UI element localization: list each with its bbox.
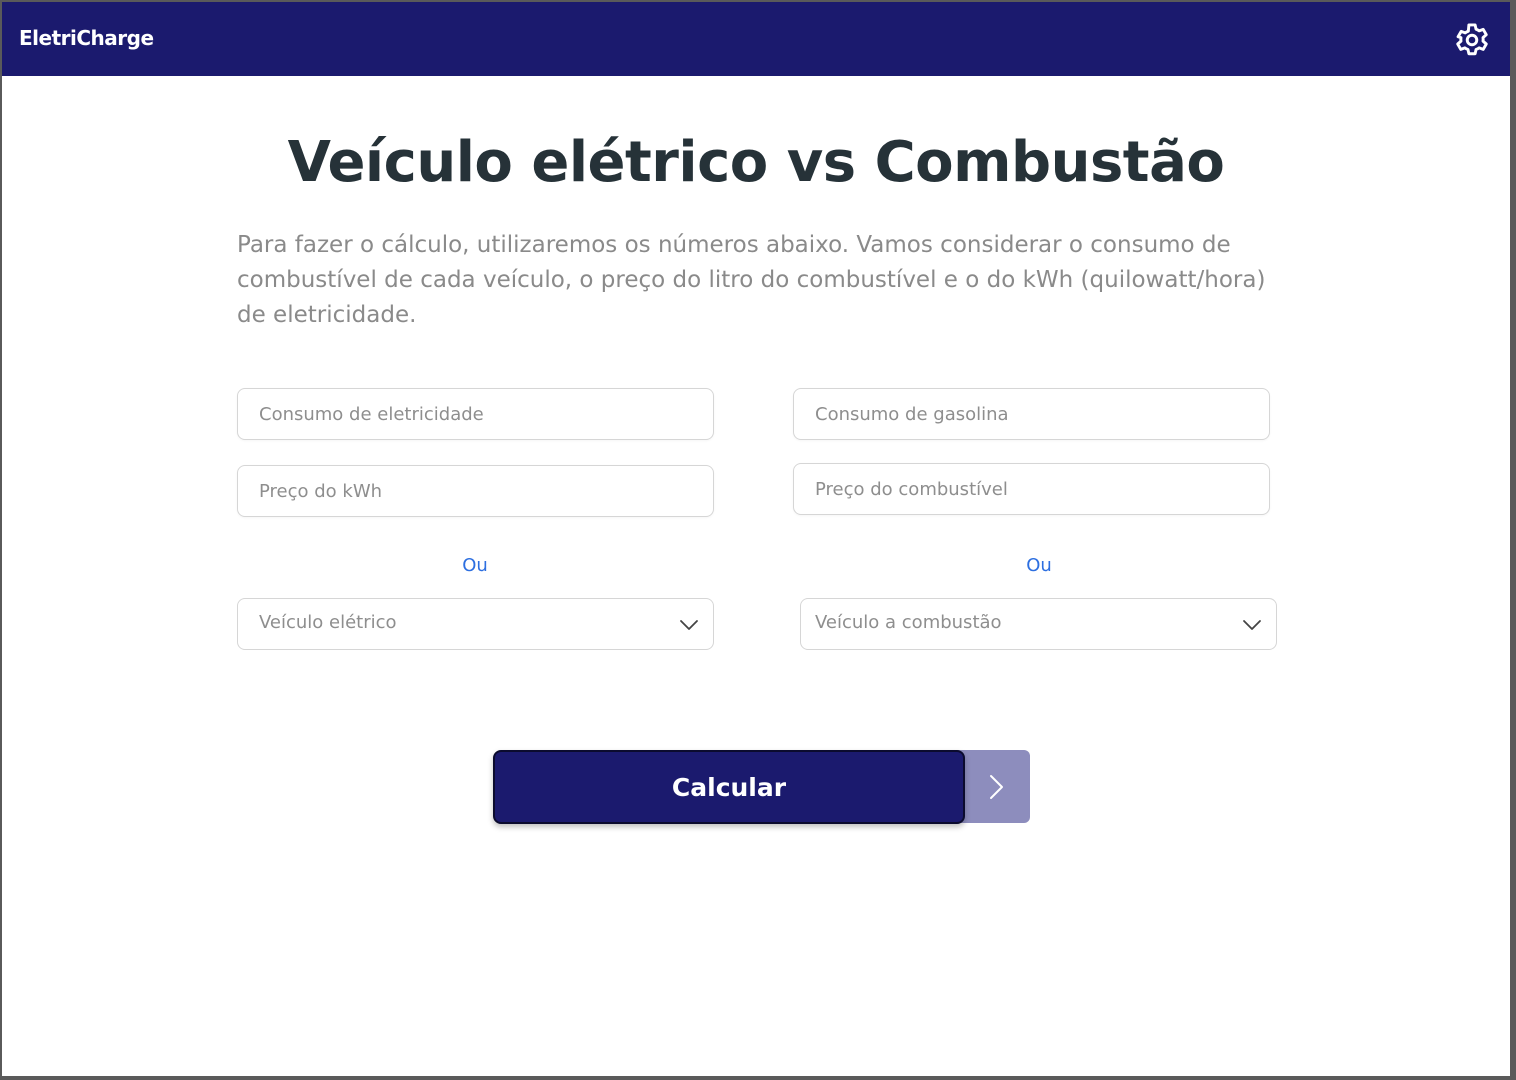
- chevron-down-icon: [680, 620, 698, 630]
- combustion-vehicle-select[interactable]: Veículo a combustão: [800, 598, 1277, 650]
- electric-or-label: Ou: [462, 555, 488, 576]
- page-title: Veículo elétrico vs Combustão: [287, 130, 1225, 195]
- electricity-consumption-input[interactable]: [237, 388, 714, 440]
- kwh-price-input[interactable]: [237, 465, 714, 517]
- fuel-price-input[interactable]: [793, 463, 1270, 515]
- calculate-group: Calcular: [493, 750, 1030, 824]
- gasoline-consumption-input[interactable]: [793, 388, 1270, 440]
- top-bar: EletriCharge: [2, 2, 1510, 76]
- electric-vehicle-select[interactable]: Veículo elétrico: [237, 598, 714, 650]
- electric-vehicle-select-value: Veículo elétrico: [259, 612, 397, 633]
- chevron-right-icon: [990, 775, 1003, 799]
- gear-icon: [1456, 23, 1488, 56]
- calculate-button[interactable]: Calcular: [493, 750, 965, 824]
- combustion-or-label: Ou: [1026, 555, 1052, 576]
- page-description: Para fazer o cálculo, utilizaremos os nú…: [237, 232, 1266, 328]
- app-logo: EletriCharge: [19, 26, 154, 50]
- combustion-vehicle-select-value: Veículo a combustão: [815, 612, 1002, 633]
- chevron-down-icon: [1243, 620, 1261, 630]
- settings-button[interactable]: [1450, 18, 1494, 62]
- calculate-button-label: Calcular: [671, 772, 787, 802]
- app-window: EletriCharge Veículo elétrico vs Combust…: [2, 2, 1510, 1076]
